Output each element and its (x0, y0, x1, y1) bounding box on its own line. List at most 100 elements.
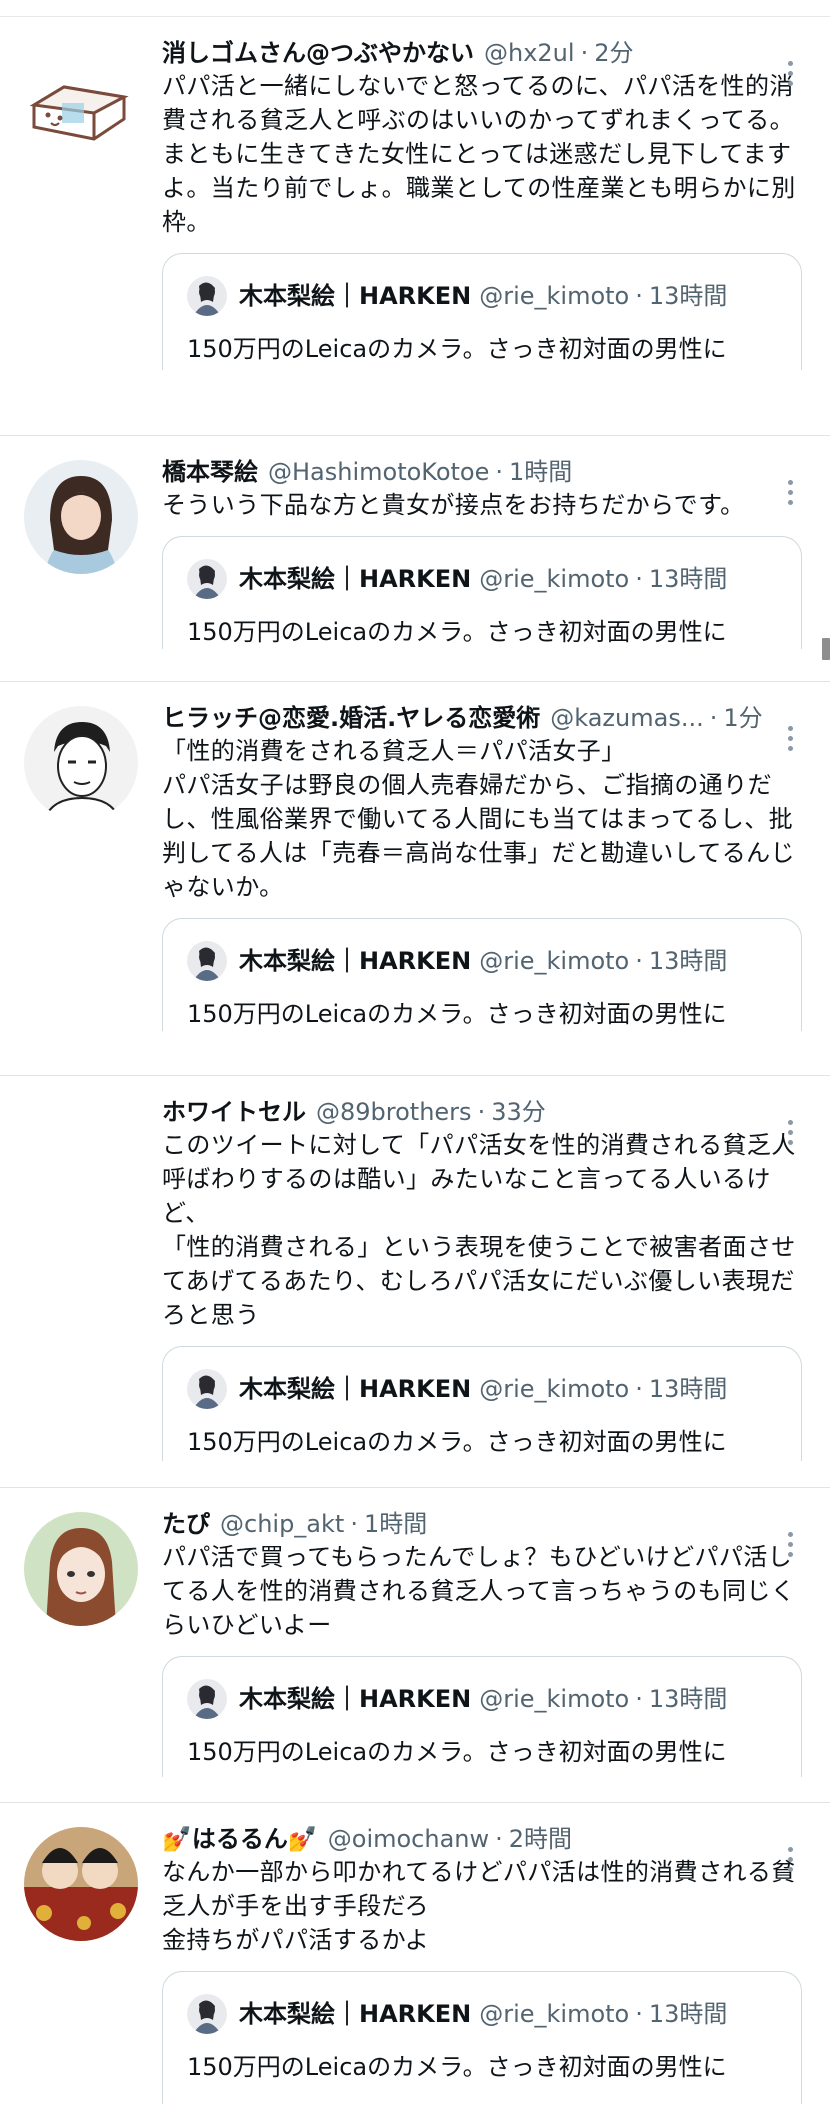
eraser-icon (24, 47, 138, 161)
quoted-header: 木本梨絵｜HARKEN @rie_kimoto · 13時間 (187, 1679, 777, 1719)
separator-dot: · (635, 1685, 643, 1713)
scrollbar-thumb[interactable] (822, 638, 830, 660)
person-photo-icon (24, 460, 138, 574)
author-handle[interactable]: @89brothers (316, 1096, 472, 1128)
avatar[interactable] (24, 1512, 138, 1626)
author-name[interactable]: 💅はるるん💅 (162, 1823, 318, 1855)
quoted-header: 木本梨絵｜HARKEN @rie_kimoto · 13時間 (187, 941, 777, 981)
timestamp[interactable]: 2分 (594, 37, 633, 69)
quoted-author-name: 木本梨絵｜HARKEN (239, 1685, 472, 1713)
tweet-header: 橋本琴絵 @HashimotoKotoe · 1時間 (162, 456, 802, 488)
quoted-tweet[interactable]: 木本梨絵｜HARKEN @rie_kimoto · 13時間 150万円のLei… (162, 253, 802, 370)
quoted-avatar (187, 1679, 227, 1719)
avatar[interactable] (24, 1827, 138, 1941)
quoted-avatar (187, 1994, 227, 2034)
author-handle[interactable]: @oimochanw (328, 1823, 489, 1855)
quoted-timestamp: 13時間 (648, 1685, 728, 1713)
more-options-icon[interactable] (786, 726, 794, 756)
separator-dot: · (580, 39, 589, 67)
quoted-tweet[interactable]: 木本梨絵｜HARKEN @rie_kimoto · 13時間 150万円のLei… (162, 1971, 802, 2104)
quoted-author-handle: @rie_kimoto (479, 2000, 630, 2028)
quoted-timestamp: 13時間 (648, 2000, 728, 2028)
author-name[interactable]: 消しゴムさん@つぶやかない (162, 37, 474, 69)
reply-feed: 消しゴムさん@つぶやかない @hx2ul · 2分 パパ活と一緒にしないでと怒っ… (0, 17, 830, 2123)
separator-dot: · (709, 704, 718, 732)
quoted-author-name: 木本梨絵｜HARKEN (239, 565, 472, 593)
quoted-author-handle: @rie_kimoto (479, 1375, 630, 1403)
quoted-header: 木本梨絵｜HARKEN @rie_kimoto · 13時間 (187, 276, 777, 316)
tweet-header: ヒラッチ@恋愛.婚活.ヤレる恋愛術 @kazumas... · 1分 (162, 702, 802, 734)
tweet[interactable]: ホワイトセル @89brothers · 33分 このツイートに対して「パパ活女… (0, 1076, 830, 1488)
separator-dot: · (350, 1510, 358, 1538)
quoted-tweet[interactable]: 木本梨絵｜HARKEN @rie_kimoto · 13時間 150万円のLei… (162, 536, 802, 649)
tweet-header: たぴ @chip_akt · 1時間 (162, 1508, 802, 1540)
tweet-text: そういう下品な方と貴女が接点をお持ちだからです。 (162, 491, 745, 519)
quoted-timestamp: 13時間 (648, 947, 728, 975)
quoted-avatar (187, 1369, 227, 1409)
tweet-header: 💅はるるん💅 @oimochanw · 2時間 (162, 1823, 802, 1855)
author-handle[interactable]: @kazumas... (550, 702, 703, 734)
quoted-tweet[interactable]: 木本梨絵｜HARKEN @rie_kimoto · 13時間 150万円のLei… (162, 1656, 802, 1777)
quoted-text: 150万円のLeicaのカメラ。さっき初対面の男性に (187, 2053, 727, 2081)
separator-dot: · (635, 282, 643, 310)
anime-girl-icon (24, 1512, 138, 1626)
quoted-text: 150万円のLeicaのカメラ。さっき初対面の男性に (187, 335, 727, 363)
top-divider (0, 0, 830, 17)
more-options-icon[interactable] (786, 480, 794, 510)
tweet-header: ホワイトセル @89brothers · 33分 (162, 1096, 802, 1128)
quoted-author-handle: @rie_kimoto (479, 565, 630, 593)
quoted-text: 150万円のLeicaのカメラ。さっき初対面の男性に (187, 1428, 727, 1456)
tweet-header: 消しゴムさん@つぶやかない @hx2ul · 2分 (162, 37, 802, 69)
tweet-text: パパ活と一緒にしないでと怒ってるのに、パパ活を性的消費される貧乏人と呼ぶのはいい… (162, 72, 796, 236)
tweet-text: パパ活で買ってもらったんでしょ？もひどいけどパパ活してる人を性的消費される貧乏人… (162, 1543, 796, 1639)
timestamp[interactable]: 1時間 (509, 456, 572, 488)
tweet[interactable]: 💅はるるん💅 @oimochanw · 2時間 なんか一部から叩かれてるけどパパ… (0, 1803, 830, 2123)
quoted-tweet[interactable]: 木本梨絵｜HARKEN @rie_kimoto · 13時間 150万円のLei… (162, 918, 802, 1031)
avatar[interactable] (24, 460, 138, 574)
avatar[interactable] (24, 47, 138, 161)
quoted-timestamp: 13時間 (648, 565, 728, 593)
quoted-text: 150万円のLeicaのカメラ。さっき初対面の男性に (187, 1738, 727, 1766)
quoted-author-name: 木本梨絵｜HARKEN (239, 282, 472, 310)
author-name[interactable]: たぴ (162, 1508, 210, 1540)
more-options-icon[interactable] (786, 61, 794, 91)
avatar[interactable] (24, 706, 138, 820)
timestamp[interactable]: 2時間 (509, 1823, 572, 1855)
more-options-icon[interactable] (786, 1847, 794, 1877)
quoted-avatar (187, 276, 227, 316)
tweet[interactable]: 消しゴムさん@つぶやかない @hx2ul · 2分 パパ活と一緒にしないでと怒っ… (0, 17, 830, 436)
separator-dot: · (635, 1375, 643, 1403)
timestamp[interactable]: 1時間 (364, 1508, 427, 1540)
quoted-timestamp: 13時間 (648, 282, 728, 310)
sketch-portrait-icon (24, 706, 138, 820)
quoted-text: 150万円のLeicaのカメラ。さっき初対面の男性に (187, 1000, 727, 1028)
quoted-author-handle: @rie_kimoto (479, 1685, 630, 1713)
author-name[interactable]: 橋本琴絵 (162, 456, 258, 488)
quoted-timestamp: 13時間 (648, 1375, 728, 1403)
quoted-header: 木本梨絵｜HARKEN @rie_kimoto · 13時間 (187, 1994, 777, 2034)
quoted-tweet[interactable]: 木本梨絵｜HARKEN @rie_kimoto · 13時間 150万円のLei… (162, 1346, 802, 1461)
separator-dot: · (635, 565, 643, 593)
author-handle[interactable]: @chip_akt (220, 1508, 344, 1540)
separator-dot: · (495, 1825, 503, 1853)
author-handle[interactable]: @hx2ul (484, 37, 575, 69)
tweet[interactable]: たぴ @chip_akt · 1時間 パパ活で買ってもらったんでしょ？もひどいけ… (0, 1488, 830, 1803)
quoted-header: 木本梨絵｜HARKEN @rie_kimoto · 13時間 (187, 1369, 777, 1409)
quoted-avatar (187, 559, 227, 599)
tweet-text: このツイートに対して「パパ活女を性的消費される貧乏人呼ばわりするのは酷い」みたい… (162, 1131, 796, 1329)
quoted-text: 150万円のLeicaのカメラ。さっき初対面の男性に (187, 618, 727, 646)
separator-dot: · (635, 947, 643, 975)
more-options-icon[interactable] (786, 1532, 794, 1562)
author-name[interactable]: ホワイトセル (162, 1096, 306, 1128)
separator-dot: · (477, 1098, 486, 1126)
tweet[interactable]: ヒラッチ@恋愛.婚活.ヤレる恋愛術 @kazumas... · 1分 「性的消費… (0, 682, 830, 1076)
more-options-icon[interactable] (786, 1120, 794, 1150)
quoted-author-name: 木本梨絵｜HARKEN (239, 947, 472, 975)
tweet[interactable]: 橋本琴絵 @HashimotoKotoe · 1時間 そういう下品な方と貴女が接… (0, 436, 830, 682)
separator-dot: · (495, 458, 504, 486)
timestamp[interactable]: 1分 (723, 702, 762, 734)
timestamp[interactable]: 33分 (491, 1096, 546, 1128)
author-name[interactable]: ヒラッチ@恋愛.婚活.ヤレる恋愛術 (162, 702, 540, 734)
author-handle[interactable]: @HashimotoKotoe (268, 456, 489, 488)
quoted-author-handle: @rie_kimoto (479, 947, 630, 975)
